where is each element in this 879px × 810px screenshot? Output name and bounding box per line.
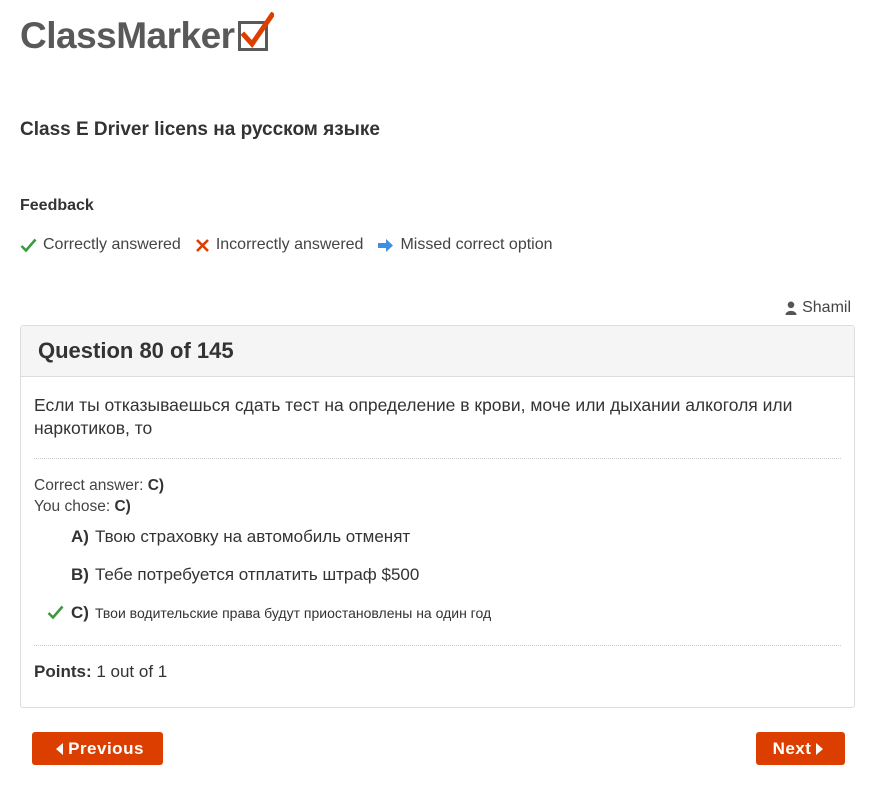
test-title: Class E Driver licens на русском языке — [20, 119, 380, 140]
correct-answer-label: Correct answer: — [34, 477, 144, 494]
user-name: Shamil — [802, 299, 851, 316]
answer-options: A) Твою страховку на автомобиль отменят … — [34, 527, 841, 641]
points-label: Points: — [34, 662, 92, 681]
legend-missed: Missed correct option — [377, 236, 553, 254]
question-card: Question 80 of 145 Если ты отказываешься… — [20, 325, 855, 708]
arrow-right-icon — [378, 238, 394, 252]
question-card-body: Если ты отказываешься сдать тест на опре… — [21, 394, 854, 682]
you-chose-line: You chose: C) — [34, 496, 841, 517]
option-c: C) Твои водительские права будут приоста… — [34, 603, 841, 641]
caret-left-icon — [56, 742, 64, 755]
question-card-header: Question 80 of 145 — [21, 326, 854, 377]
option-text: Тебе потребуется отплатить штраф $500 — [94, 565, 420, 584]
previous-button[interactable]: Previous — [32, 732, 163, 765]
user-icon — [785, 301, 797, 315]
question-text: Если ты отказываешься сдать тест на опре… — [34, 395, 793, 438]
option-letter: A) — [71, 527, 89, 546]
feedback-heading: Feedback — [20, 197, 94, 214]
option-letter: B) — [71, 565, 89, 584]
caret-right-icon — [816, 742, 824, 755]
check-icon — [47, 605, 64, 620]
you-chose-label: You chose: — [34, 498, 111, 515]
next-button[interactable]: Next — [756, 732, 845, 765]
legend-missed-label: Missed correct option — [400, 236, 553, 253]
previous-button-label: Previous — [68, 738, 144, 758]
answer-summary: Correct answer: C) You chose: C) — [34, 475, 841, 517]
classmarker-logo: ClassMarker — [20, 12, 274, 58]
next-button-label: Next — [772, 738, 812, 758]
correct-answer-value: C) — [147, 477, 165, 494]
option-b: B) Тебе потребуется отплатить штраф $500 — [34, 565, 841, 603]
divider — [34, 645, 841, 646]
user-info: Shamil — [785, 299, 851, 317]
legend-incorrect: Incorrectly answered — [195, 236, 364, 254]
option-letter: C) — [71, 603, 89, 622]
cross-icon — [195, 238, 209, 252]
option-a: A) Твою страховку на автомобиль отменят — [34, 527, 841, 565]
check-icon — [20, 238, 37, 252]
feedback-legend: Correctly answered Incorrectly answered … — [20, 236, 567, 254]
legend-incorrect-label: Incorrectly answered — [215, 236, 364, 253]
you-chose-value: C) — [114, 498, 131, 515]
points-line: Points: 1 out of 1 — [34, 662, 841, 682]
logo-checkbox-icon — [237, 12, 274, 51]
question-number: Question 80 of 145 — [38, 338, 234, 363]
points-value: 1 out of 1 — [96, 662, 168, 681]
logo-text: ClassMarker — [20, 15, 235, 56]
option-text: Твои водительские права будут приостанов… — [94, 605, 492, 621]
divider — [34, 458, 841, 459]
option-text: Твою страховку на автомобиль отменят — [94, 527, 411, 546]
legend-correct: Correctly answered — [20, 236, 181, 254]
legend-correct-label: Correctly answered — [43, 236, 181, 253]
correct-answer-line: Correct answer: C) — [34, 475, 841, 496]
option-mark — [34, 603, 71, 620]
